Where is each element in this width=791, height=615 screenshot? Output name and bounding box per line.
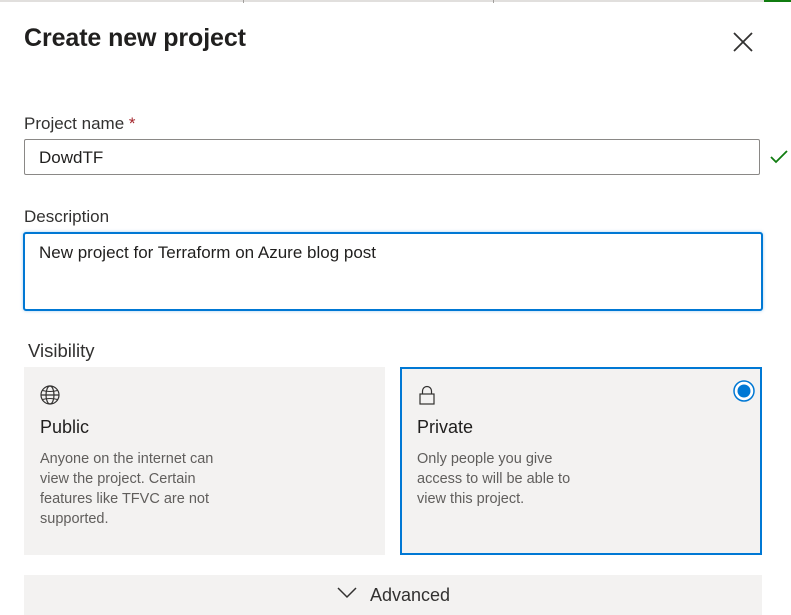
visibility-option-title: Private <box>417 417 474 437</box>
required-marker: * <box>128 114 136 133</box>
visibility-option-public[interactable]: Public Anyone on the internet can view t… <box>24 367 385 555</box>
globe-icon <box>40 385 60 405</box>
close-button[interactable] <box>728 27 758 57</box>
description-textarea[interactable]: New project for Terraform on Azure blog … <box>23 232 763 311</box>
description-label: Description <box>24 207 110 226</box>
close-icon <box>733 32 753 52</box>
project-name-label: Project name * <box>24 114 136 133</box>
radio-selected-icon[interactable] <box>733 380 755 402</box>
top-accent-bar <box>764 0 791 2</box>
window-top-edge <box>0 0 791 3</box>
advanced-toggle-button[interactable]: Advanced <box>24 575 762 615</box>
project-name-input[interactable]: DowdTF <box>24 139 760 175</box>
advanced-label: Advanced <box>370 585 451 605</box>
chevron-down-icon <box>337 587 357 599</box>
visibility-option-description: Only people you give access to will be a… <box>417 451 571 507</box>
checkmark-icon <box>770 150 788 164</box>
visibility-option-title: Public <box>40 417 90 437</box>
lock-icon <box>419 385 435 405</box>
dialog-title: Create new project <box>24 24 246 52</box>
visibility-label: Visibility <box>28 340 95 361</box>
visibility-option-private[interactable]: Private Only people you give access to w… <box>400 367 762 555</box>
visibility-option-description: Anyone on the internet can view the proj… <box>40 451 214 527</box>
